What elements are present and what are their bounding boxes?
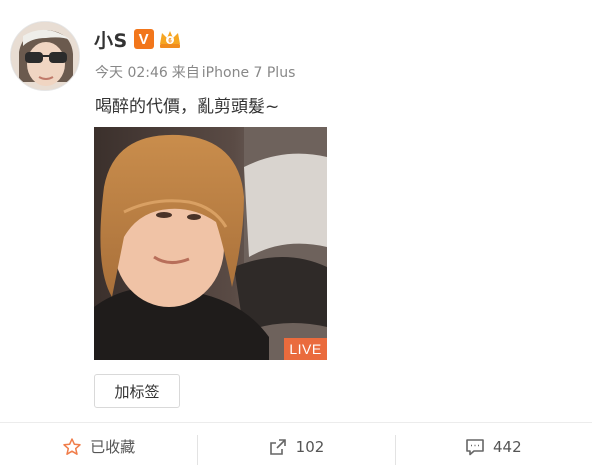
action-bar: 已收藏 102 442: [0, 422, 592, 470]
username[interactable]: 小S: [94, 26, 128, 53]
repost-button[interactable]: 102: [197, 423, 394, 470]
comment-icon: [466, 438, 484, 455]
comment-count: 442: [493, 437, 522, 456]
favorite-button[interactable]: 已收藏: [0, 423, 197, 470]
share-icon: [269, 438, 286, 455]
vip-crown-icon: 6: [158, 28, 182, 50]
avatar-photo: [11, 22, 79, 90]
post-device[interactable]: iPhone 7 Plus: [202, 65, 296, 81]
comment-button[interactable]: 442: [394, 423, 592, 470]
live-badge: LIVE: [284, 338, 327, 360]
post-photo[interactable]: LIVE: [94, 127, 327, 360]
favorite-label: 已收藏: [90, 438, 136, 456]
source-prefix: 来自: [171, 65, 200, 81]
star-icon: [63, 437, 81, 455]
post-meta: 今天 02:46 来自 iPhone 7 Plus: [95, 62, 295, 82]
verified-icon: V: [133, 29, 154, 49]
post-time[interactable]: 今天 02:46: [95, 65, 168, 81]
repost-count: 102: [295, 437, 325, 456]
user-avatar[interactable]: [10, 21, 80, 91]
add-tag-button[interactable]: 加标签: [94, 374, 180, 408]
photo-image: [94, 127, 327, 360]
name-row: 小S V 6: [94, 25, 182, 53]
post-text: 喝醉的代價，亂剪頭髮~: [95, 97, 280, 117]
